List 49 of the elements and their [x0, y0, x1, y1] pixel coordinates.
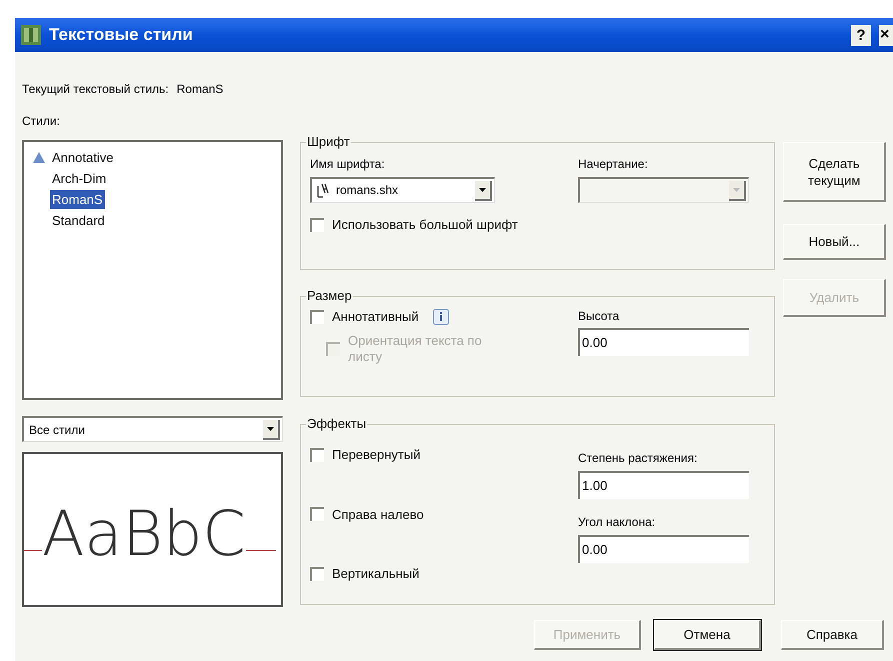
dropdown[interactable] [310, 177, 495, 203]
close-button[interactable]: × [879, 24, 893, 46]
help-button[interactable]: ? [851, 24, 871, 46]
dialog-button[interactable]: Отмена [654, 620, 761, 650]
field-label: Угол наклона: [578, 514, 656, 531]
field-label: Степень растяжения: [578, 450, 698, 467]
baseline-line [24, 550, 42, 551]
input-field[interactable]: 1.00 [578, 471, 749, 499]
dropdown[interactable]: Все стили [22, 416, 283, 442]
triangle-icon [33, 152, 45, 163]
group-title: Эффекты [306, 417, 368, 431]
current-style-value: RomanS [176, 81, 224, 98]
caret-icon [479, 188, 486, 192]
input-field[interactable]: 0.00 [578, 535, 749, 563]
style-item[interactable]: Arch-Dim [50, 169, 108, 188]
checkbox-label: Использовать большой шрифт [332, 216, 518, 234]
info-icon [432, 308, 449, 325]
baseline-line [246, 550, 276, 551]
input-field[interactable]: 0.00 [578, 328, 749, 356]
group-title: Шрифт [306, 135, 351, 149]
field-label: Имя шрифта: [310, 156, 386, 173]
field-label: Высота [578, 308, 620, 325]
window-title: Текстовые стили [49, 24, 194, 46]
style-item[interactable]: Annotative [50, 148, 116, 167]
dialog-button[interactable]: Справка [781, 620, 884, 650]
dialog-button[interactable]: Новый... [783, 224, 886, 260]
caret-icon [733, 188, 740, 192]
checkbox[interactable] [310, 448, 324, 462]
app-icon [21, 25, 41, 45]
dropdown-value: Все стили [28, 422, 85, 438]
dialog-button[interactable]: Сделать текущим [783, 142, 886, 202]
preview-text: AaBbC [42, 503, 246, 565]
checkbox-label: Вертикальный [332, 565, 420, 583]
checkbox-label: Аннотативный [332, 308, 419, 326]
checkbox[interactable] [310, 218, 324, 232]
style-item[interactable]: Standard [50, 211, 107, 230]
checkbox[interactable] [310, 507, 324, 522]
current-style-label: Текущий текстовый стиль: [22, 81, 169, 98]
group-title: Размер [306, 289, 353, 303]
checkbox[interactable] [310, 566, 324, 581]
caret-icon [267, 426, 274, 430]
checkbox-label: Перевернутый [332, 446, 420, 464]
style-item[interactable]: RomanS [50, 190, 105, 209]
checkbox-label: Справа налево [332, 506, 424, 524]
checkbox-label: Ориентация текста по листу [348, 332, 483, 364]
font-name-value: romans.shx [336, 182, 398, 199]
field-label: Начертание: [578, 156, 649, 173]
styles-label: Стили: [22, 113, 60, 130]
checkbox[interactable] [310, 310, 324, 324]
